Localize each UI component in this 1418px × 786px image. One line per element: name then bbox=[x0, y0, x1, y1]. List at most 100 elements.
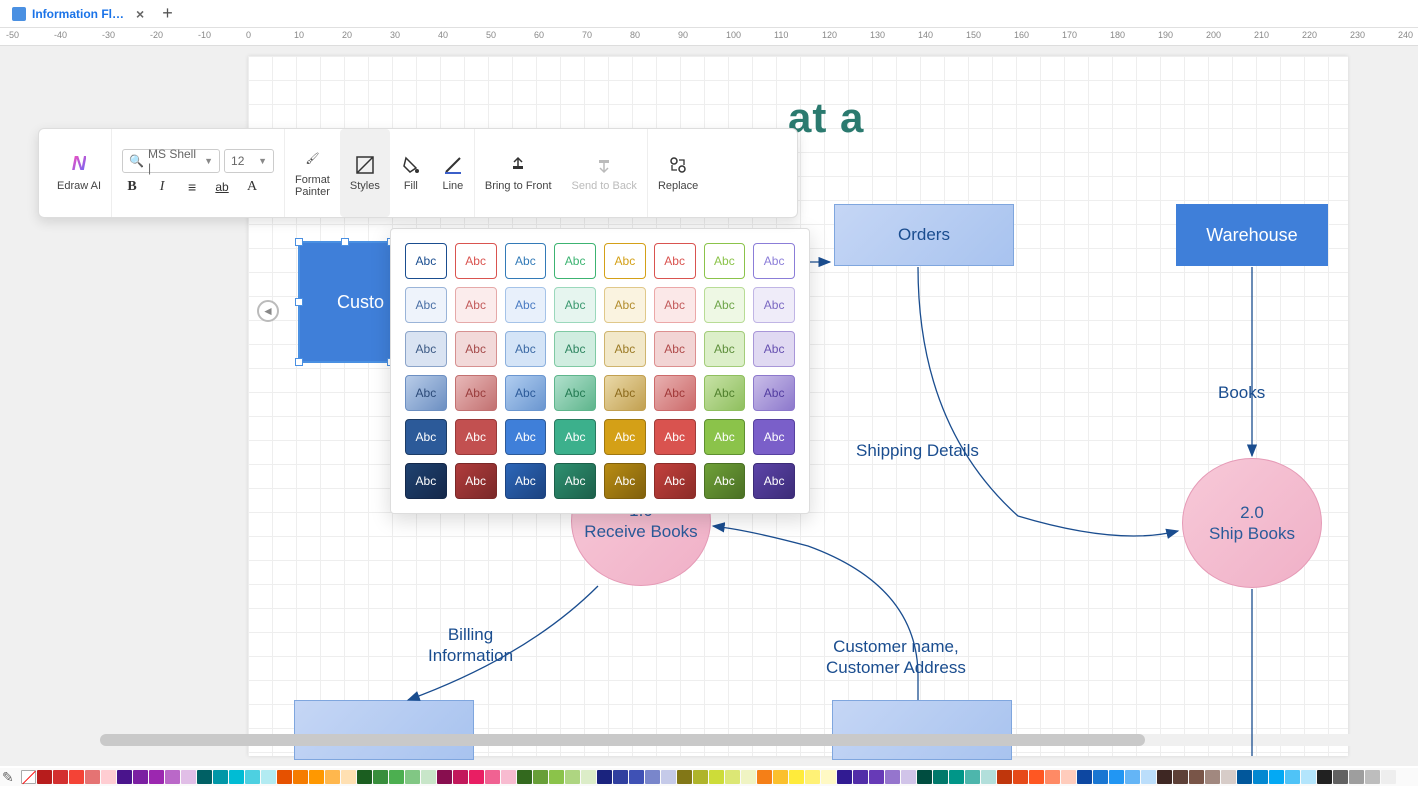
style-swatch[interactable]: Abc bbox=[505, 331, 547, 367]
font-size-select[interactable]: 12 ▼ bbox=[224, 149, 274, 173]
close-tab-icon[interactable]: × bbox=[136, 6, 144, 22]
node-customer-selected[interactable]: Custo bbox=[300, 243, 390, 361]
node-bottom-left[interactable] bbox=[294, 700, 474, 760]
color-chip[interactable] bbox=[149, 770, 164, 784]
styles-button[interactable]: Styles bbox=[340, 129, 390, 217]
style-swatch[interactable]: Abc bbox=[455, 331, 497, 367]
color-chip[interactable] bbox=[853, 770, 868, 784]
color-chip[interactable] bbox=[1301, 770, 1316, 784]
color-chip[interactable] bbox=[949, 770, 964, 784]
color-chip[interactable] bbox=[341, 770, 356, 784]
style-swatch[interactable]: Abc bbox=[554, 375, 596, 411]
color-chip[interactable] bbox=[53, 770, 68, 784]
font-name-select[interactable]: 🔍 MS Shell | ▼ bbox=[122, 149, 220, 173]
font-button[interactable]: A bbox=[242, 177, 262, 197]
color-chip[interactable] bbox=[1077, 770, 1092, 784]
color-chip[interactable] bbox=[1333, 770, 1348, 784]
eyedropper-icon[interactable]: ✎ bbox=[2, 769, 18, 785]
color-chip[interactable] bbox=[309, 770, 324, 784]
scroll-thumb[interactable] bbox=[100, 734, 1145, 746]
style-swatch[interactable]: Abc bbox=[405, 287, 447, 323]
color-chip[interactable] bbox=[1365, 770, 1380, 784]
color-chip[interactable] bbox=[1125, 770, 1140, 784]
color-chip[interactable] bbox=[629, 770, 644, 784]
style-swatch[interactable]: Abc bbox=[455, 419, 497, 455]
color-chip[interactable] bbox=[933, 770, 948, 784]
style-swatch[interactable]: Abc bbox=[554, 331, 596, 367]
style-swatch[interactable]: Abc bbox=[753, 331, 795, 367]
color-chip[interactable] bbox=[613, 770, 628, 784]
color-chip[interactable] bbox=[597, 770, 612, 784]
color-chip[interactable] bbox=[1141, 770, 1156, 784]
color-chip[interactable] bbox=[565, 770, 580, 784]
style-swatch[interactable]: Abc bbox=[704, 287, 746, 323]
color-chip[interactable] bbox=[37, 770, 52, 784]
style-swatch[interactable]: Abc bbox=[554, 463, 596, 499]
style-swatch[interactable]: Abc bbox=[405, 375, 447, 411]
color-chip[interactable] bbox=[421, 770, 436, 784]
color-chip[interactable] bbox=[69, 770, 84, 784]
node-orders[interactable]: Orders bbox=[834, 204, 1014, 266]
color-chip[interactable] bbox=[165, 770, 180, 784]
color-chip[interactable] bbox=[869, 770, 884, 784]
style-swatch[interactable]: Abc bbox=[654, 287, 696, 323]
style-swatch[interactable]: Abc bbox=[704, 243, 746, 279]
color-chip[interactable] bbox=[821, 770, 836, 784]
color-chip[interactable] bbox=[789, 770, 804, 784]
style-swatch[interactable]: Abc bbox=[654, 331, 696, 367]
style-swatch[interactable]: Abc bbox=[554, 243, 596, 279]
style-swatch[interactable]: Abc bbox=[753, 375, 795, 411]
edraw-ai-button[interactable]: N Edraw AI bbox=[47, 129, 111, 217]
style-swatch[interactable]: Abc bbox=[405, 331, 447, 367]
color-chip[interactable] bbox=[645, 770, 660, 784]
style-swatch[interactable]: Abc bbox=[405, 243, 447, 279]
color-chip[interactable] bbox=[389, 770, 404, 784]
style-swatch[interactable]: Abc bbox=[704, 419, 746, 455]
style-swatch[interactable]: Abc bbox=[455, 287, 497, 323]
color-chip[interactable] bbox=[805, 770, 820, 784]
color-chip[interactable] bbox=[965, 770, 980, 784]
color-chip[interactable] bbox=[133, 770, 148, 784]
node-bottom-mid[interactable] bbox=[832, 700, 1012, 760]
color-chip[interactable] bbox=[1045, 770, 1060, 784]
no-fill-chip[interactable] bbox=[21, 770, 36, 784]
color-chip[interactable] bbox=[677, 770, 692, 784]
style-swatch[interactable]: Abc bbox=[554, 419, 596, 455]
color-chip[interactable] bbox=[261, 770, 276, 784]
node-ship-books[interactable]: 2.0 Ship Books bbox=[1182, 458, 1322, 588]
style-swatch[interactable]: Abc bbox=[505, 463, 547, 499]
color-chip[interactable] bbox=[453, 770, 468, 784]
color-chip[interactable] bbox=[437, 770, 452, 784]
color-chip[interactable] bbox=[1269, 770, 1284, 784]
color-chip[interactable] bbox=[277, 770, 292, 784]
style-swatch[interactable]: Abc bbox=[455, 243, 497, 279]
color-chip[interactable] bbox=[1029, 770, 1044, 784]
style-swatch[interactable]: Abc bbox=[704, 331, 746, 367]
style-swatch[interactable]: Abc bbox=[604, 375, 646, 411]
rotate-handle-icon[interactable]: ◄ bbox=[257, 300, 279, 322]
style-swatch[interactable]: Abc bbox=[505, 243, 547, 279]
color-chip[interactable] bbox=[85, 770, 100, 784]
style-swatch[interactable]: Abc bbox=[654, 419, 696, 455]
horizontal-scrollbar[interactable] bbox=[100, 734, 1406, 746]
italic-button[interactable]: I bbox=[152, 177, 172, 197]
color-chip[interactable] bbox=[1237, 770, 1252, 784]
align-button[interactable]: ≡ bbox=[182, 177, 202, 197]
color-chip[interactable] bbox=[501, 770, 516, 784]
format-painter-button[interactable]: 🖌 Format Painter bbox=[284, 129, 340, 217]
color-chip[interactable] bbox=[997, 770, 1012, 784]
color-chip[interactable] bbox=[549, 770, 564, 784]
color-chip[interactable] bbox=[101, 770, 116, 784]
color-chip[interactable] bbox=[1221, 770, 1236, 784]
style-swatch[interactable]: Abc bbox=[704, 375, 746, 411]
color-chip[interactable] bbox=[981, 770, 996, 784]
send-back-button[interactable]: Send to Back bbox=[562, 129, 647, 217]
color-chip[interactable] bbox=[373, 770, 388, 784]
color-chip[interactable] bbox=[837, 770, 852, 784]
color-chip[interactable] bbox=[117, 770, 132, 784]
style-swatch[interactable]: Abc bbox=[405, 419, 447, 455]
color-chip[interactable] bbox=[901, 770, 916, 784]
style-swatch[interactable]: Abc bbox=[753, 419, 795, 455]
node-warehouse[interactable]: Warehouse bbox=[1176, 204, 1328, 266]
color-chip[interactable] bbox=[181, 770, 196, 784]
